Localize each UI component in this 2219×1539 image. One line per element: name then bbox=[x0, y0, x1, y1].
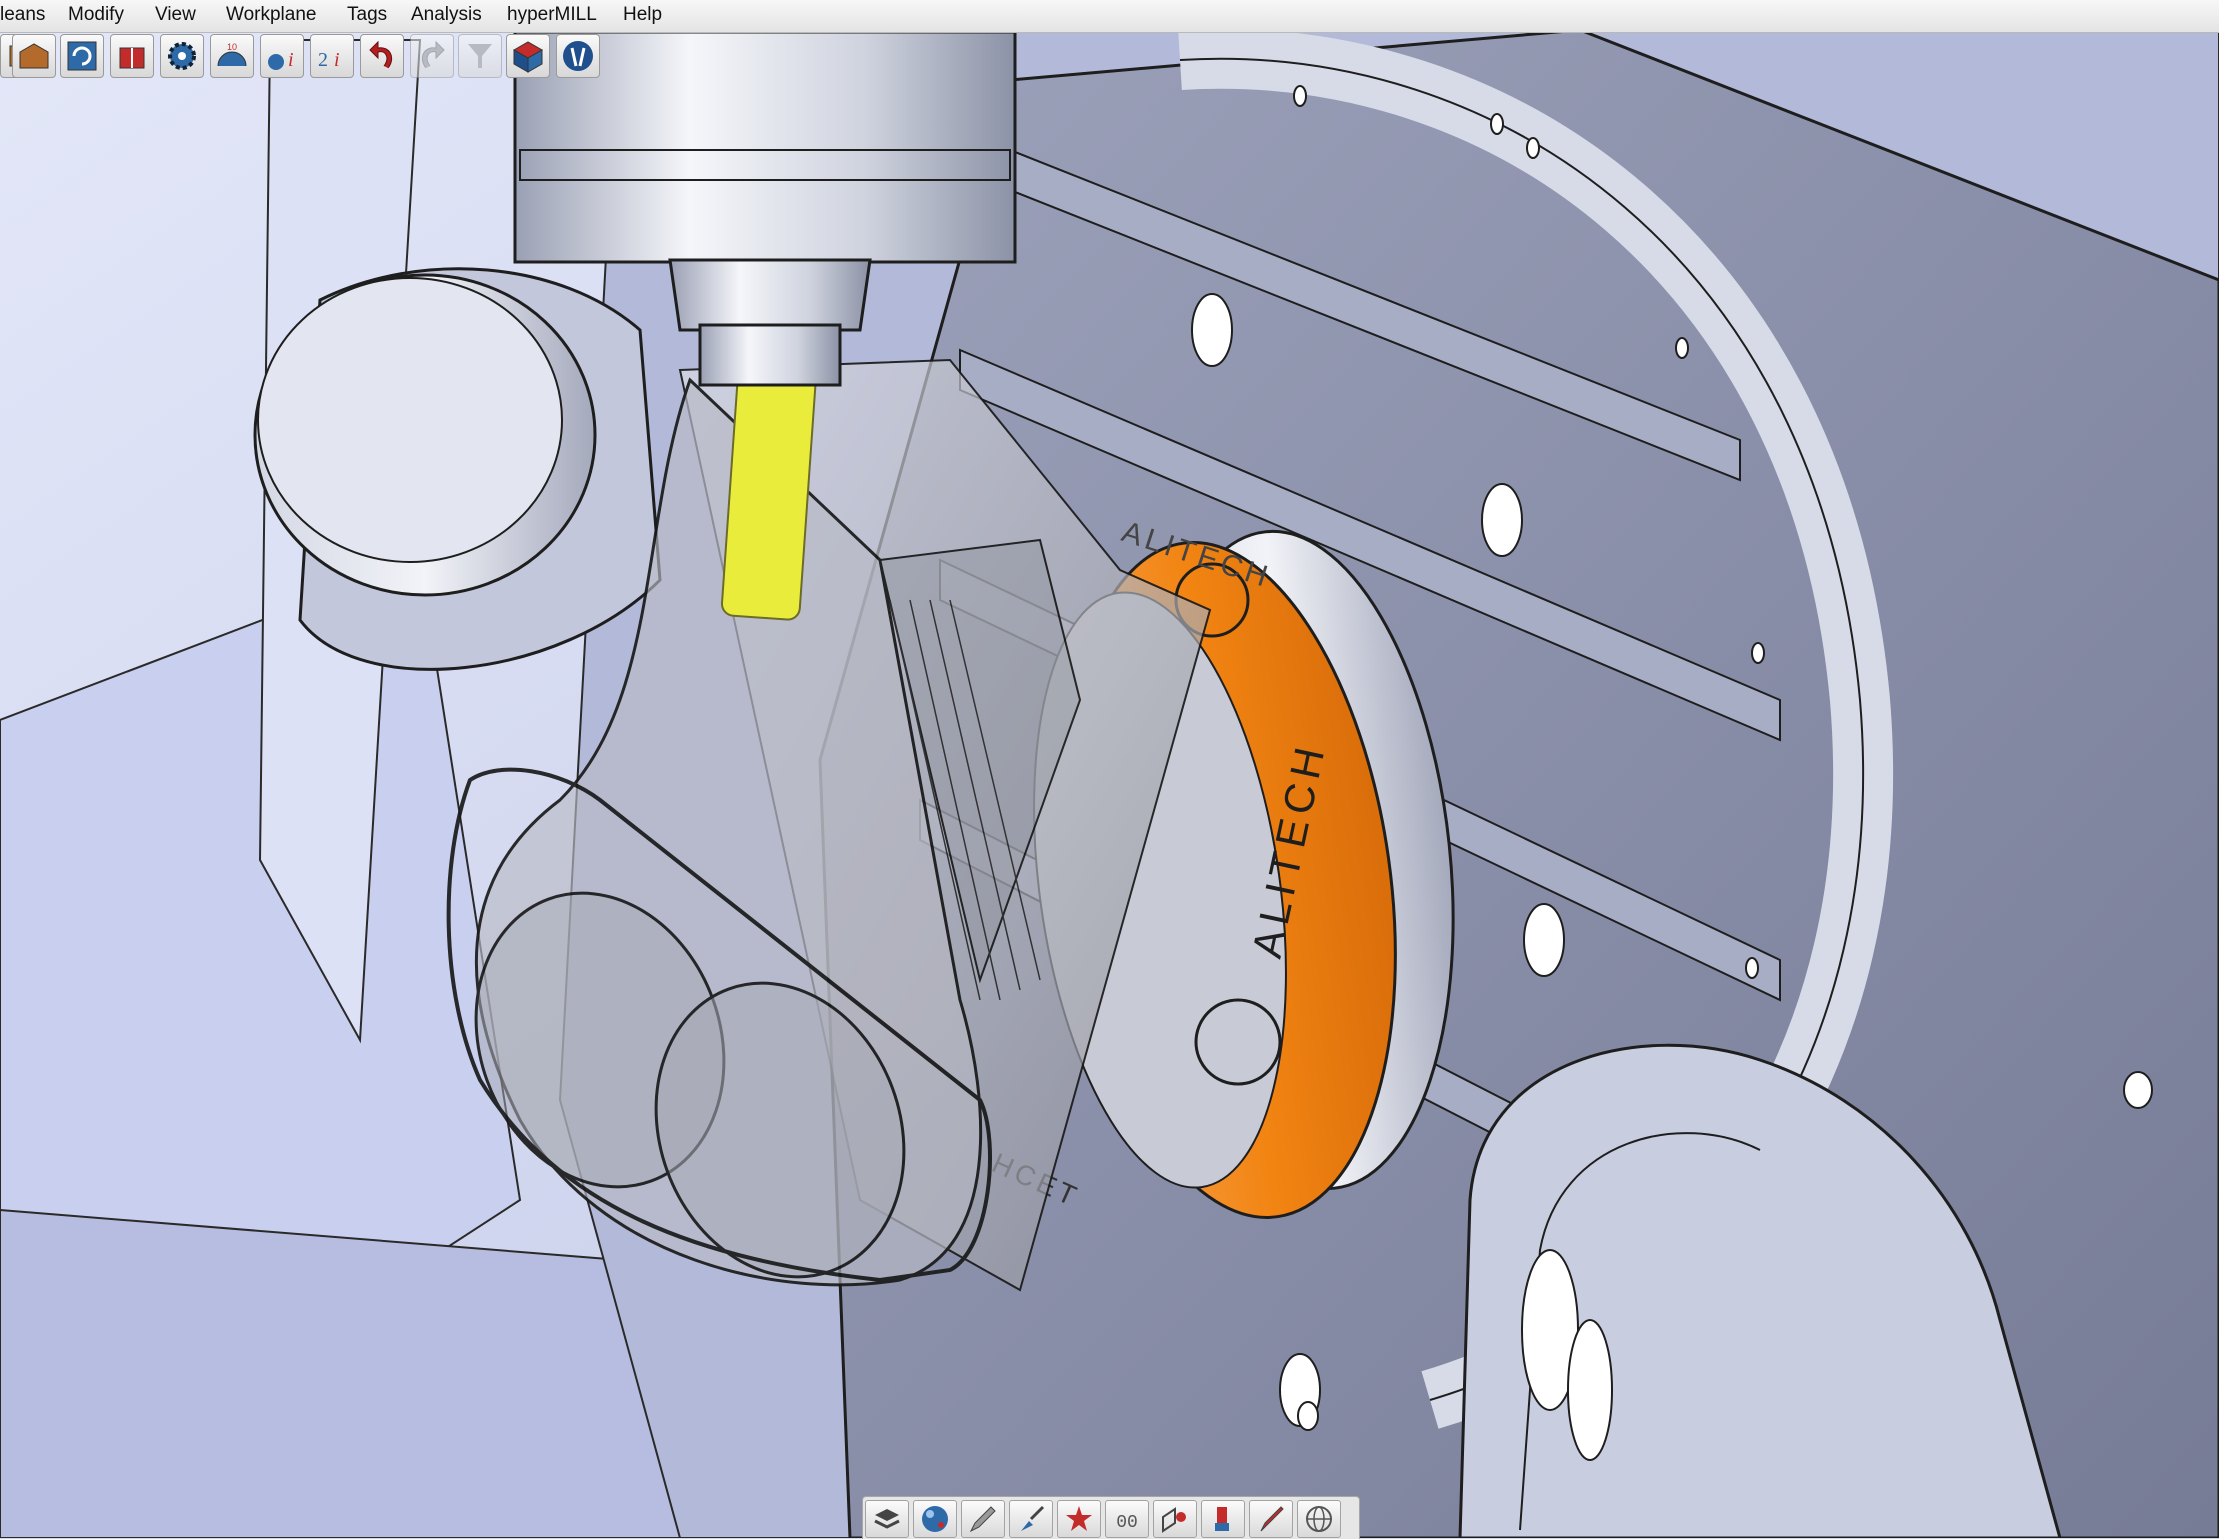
menu-item-tags[interactable]: Tags bbox=[347, 4, 387, 26]
svg-text:2: 2 bbox=[318, 49, 328, 71]
gear-icon[interactable] bbox=[160, 34, 204, 78]
open-box-icon[interactable] bbox=[12, 34, 56, 78]
shape-icon[interactable] bbox=[1153, 1500, 1197, 1538]
grid-label: 00 bbox=[1116, 1513, 1138, 1533]
marker-icon[interactable] bbox=[1249, 1500, 1293, 1538]
cutting-tool bbox=[720, 365, 817, 621]
wireframe-icon[interactable] bbox=[1297, 1500, 1341, 1538]
view-toolbar: 00 bbox=[862, 1496, 1360, 1539]
menu-item-analysis[interactable]: Analysis bbox=[411, 4, 482, 26]
menu-item-view[interactable]: View bbox=[155, 4, 196, 26]
star-icon[interactable] bbox=[1057, 1500, 1101, 1538]
grid-00-icon[interactable]: 00 bbox=[1105, 1500, 1149, 1538]
cad-viewport[interactable]: ALITECH ALITECH HCET bbox=[0, 0, 2219, 1538]
paint-icon[interactable] bbox=[1201, 1500, 1245, 1538]
menu-bar: leans Modify View Workplane Tags Analysi… bbox=[0, 0, 2219, 33]
filter-icon[interactable] bbox=[458, 34, 502, 78]
svg-text:i: i bbox=[288, 49, 294, 71]
spiral-icon[interactable] bbox=[60, 34, 104, 78]
layers-icon[interactable] bbox=[865, 1500, 909, 1538]
menu-item-help[interactable]: Help bbox=[623, 4, 662, 26]
left-trunnion-cylinder bbox=[253, 267, 662, 671]
brush-icon[interactable] bbox=[1009, 1500, 1053, 1538]
menu-item-means[interactable]: leans bbox=[0, 4, 45, 26]
gift-icon[interactable] bbox=[110, 34, 154, 78]
menu-item-hypermill[interactable]: hyperMILL bbox=[507, 4, 597, 26]
hypermill-logo-icon[interactable] bbox=[556, 34, 600, 78]
globe-icon[interactable] bbox=[913, 1500, 957, 1538]
redo-icon[interactable] bbox=[410, 34, 454, 78]
menu-item-workplane[interactable]: Workplane bbox=[226, 4, 316, 26]
info-icon[interactable]: i bbox=[260, 34, 304, 78]
info-2i-icon[interactable]: 2i bbox=[310, 34, 354, 78]
svg-text:10: 10 bbox=[227, 42, 237, 52]
cube-icon[interactable] bbox=[506, 34, 550, 78]
svg-text:i: i bbox=[334, 49, 340, 71]
gauge-icon[interactable]: 10 bbox=[210, 34, 254, 78]
undo-icon[interactable] bbox=[360, 34, 404, 78]
pencil-icon[interactable] bbox=[961, 1500, 1005, 1538]
menu-item-modify[interactable]: Modify bbox=[68, 4, 124, 26]
